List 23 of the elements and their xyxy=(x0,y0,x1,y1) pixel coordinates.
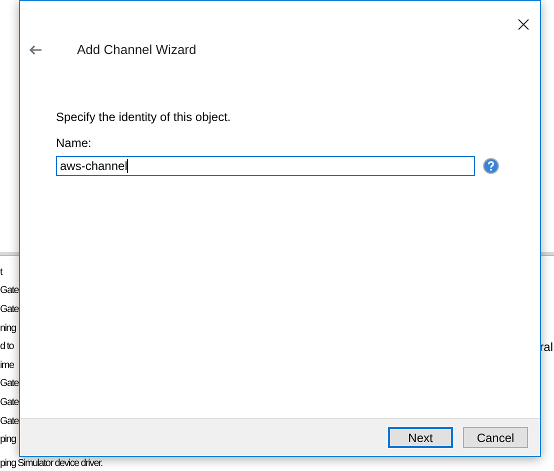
instruction-text: Specify the identity of this object. xyxy=(56,109,232,126)
list-cell-text: ime xyxy=(0,358,14,373)
name-label: Name: xyxy=(56,135,92,152)
help-icon xyxy=(483,158,499,174)
back-button[interactable] xyxy=(28,43,42,57)
list-cell-text: ping Simulator device driver. xyxy=(0,456,102,471)
list-cell-text: Gate xyxy=(0,284,18,298)
list-cell-text: Gate xyxy=(0,302,18,317)
next-button[interactable]: Next xyxy=(388,427,453,448)
close-icon xyxy=(518,18,528,30)
list-cell-text: t xyxy=(0,266,2,280)
list-cell-text: Gate xyxy=(0,396,18,410)
help-button[interactable] xyxy=(483,158,499,174)
list-cell-text: Gate xyxy=(0,377,18,392)
name-field[interactable]: aws-channel xyxy=(56,156,475,176)
list-cell-text: ping xyxy=(0,433,16,448)
wizard-title: Add Channel Wizard xyxy=(77,41,196,60)
list-cell-text: ning xyxy=(0,322,16,336)
back-arrow-icon xyxy=(28,45,42,55)
list-cell-text: Gate xyxy=(0,414,18,429)
list-cell-text: d to xyxy=(0,340,14,354)
cancel-button[interactable]: Cancel xyxy=(463,427,528,448)
close-button[interactable] xyxy=(515,16,531,32)
